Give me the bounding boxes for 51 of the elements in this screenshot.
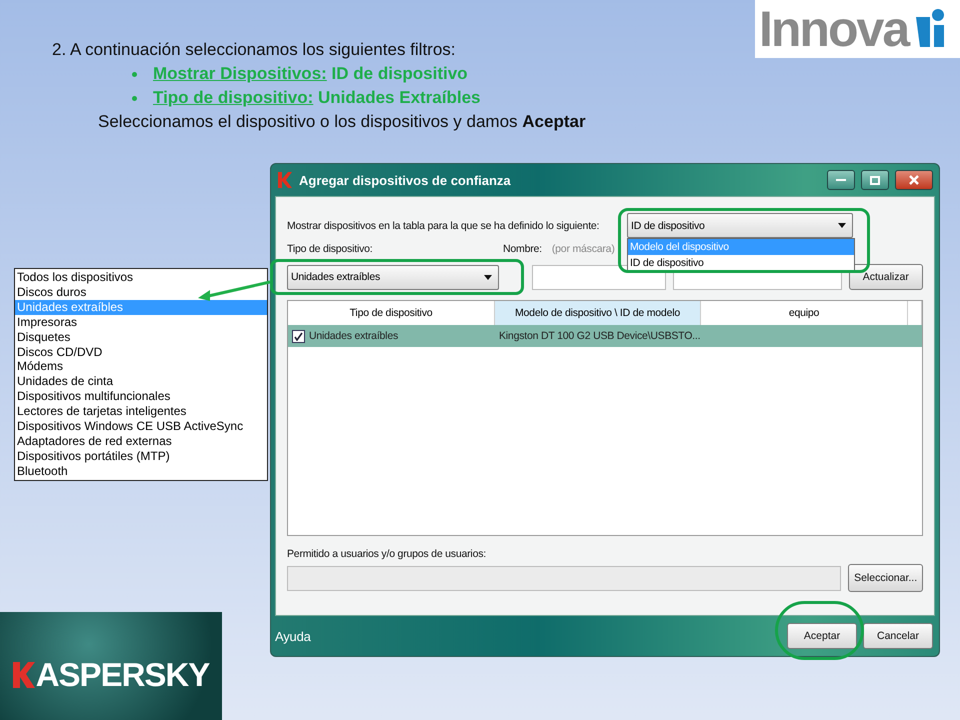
list-item[interactable]: Adaptadores de red externas (15, 434, 267, 449)
select-button[interactable]: Seleccionar... (848, 564, 923, 592)
name-label: Nombre: (503, 243, 542, 255)
dialog-button[interactable]: Aceptar (787, 623, 857, 649)
bullet-icon (132, 96, 137, 100)
list-item[interactable]: Todos los dispositivos (15, 270, 267, 285)
caret-icon (484, 274, 492, 280)
bullet-icon (132, 72, 137, 76)
users-input-field[interactable] (287, 566, 842, 590)
maximize-button[interactable] (861, 170, 889, 190)
table-cell: Unidades extraíbles (309, 330, 398, 342)
update-button[interactable]: Actualizar (848, 264, 924, 290)
name-hint: (por máscara) (552, 243, 615, 255)
list-item[interactable]: Disquetes (15, 330, 267, 345)
list-item[interactable]: Dispositivos portátiles (MTP) (15, 448, 267, 464)
logo-text: Innova (759, 0, 908, 58)
help-link[interactable]: Ayuda (275, 628, 781, 644)
row-checkbox[interactable] (292, 330, 305, 342)
device-type-label: Tipo de dispositivo: (287, 243, 374, 255)
minimize-button[interactable] (827, 170, 855, 190)
caret-icon (838, 223, 846, 228)
logo-k-icon (12, 660, 35, 690)
table-row[interactable]: Unidades extraíbles Kingston DT 100 G2 USB Device\USBSTO... (288, 325, 922, 347)
window-title: Agregar dispositivos de confianza (299, 172, 512, 188)
close-button[interactable] (895, 170, 933, 190)
filter-bullet-text: Tipo de dispositivo: Unidades Extraíbles (153, 88, 480, 108)
list-item[interactable]: Dispositivos multifuncionales (15, 389, 267, 404)
table-cell: Kingston DT 100 G2 USB Device\USBSTO... (499, 330, 700, 342)
list-item[interactable]: Impresoras (15, 314, 267, 330)
device-type-dropdown[interactable]: Unidades extraíbles (287, 264, 499, 290)
filter-dropdown[interactable]: ID de dispositivo (627, 213, 853, 238)
check-icon (294, 332, 303, 340)
minimize-icon (836, 178, 846, 182)
list-item[interactable]: Discos CD/DVD (15, 344, 267, 360)
filter-label: Mostrar dispositivos en la tabla para la que se ha definido lo siguiente: (287, 220, 600, 232)
list-item[interactable]: Lectores de tarjetas inteligentes (15, 404, 267, 420)
filter-bullet-text: Mostrar Dispositivos: ID de dispositivo (153, 64, 468, 84)
banner-text: ASPERSKY (36, 656, 210, 694)
maximize-icon (870, 176, 880, 184)
list-item[interactable]: Discos duros (15, 284, 267, 300)
column-header[interactable]: Modelo de dispositivo \ ID de modelo (495, 301, 701, 325)
close-icon (909, 175, 919, 185)
list-item[interactable]: Bluetooth (15, 464, 267, 479)
users-label: Permitido a usuarios y/o grupos de usuarios: (287, 548, 487, 560)
list-item[interactable]: Módems (15, 359, 267, 374)
step-heading: 2. A continuación seleccionamos los siguientes filtros: (52, 40, 457, 60)
list-item[interactable]: Unidades de cinta (15, 374, 267, 390)
dialog-button[interactable]: Cancelar (863, 623, 933, 649)
list-item[interactable]: Dispositivos Windows CE USB ActiveSync (15, 419, 267, 434)
app-logo-icon (277, 171, 293, 189)
instruction-text: Seleccionamos el dispositivo o los dispositivos y damos Aceptar (97, 112, 586, 132)
